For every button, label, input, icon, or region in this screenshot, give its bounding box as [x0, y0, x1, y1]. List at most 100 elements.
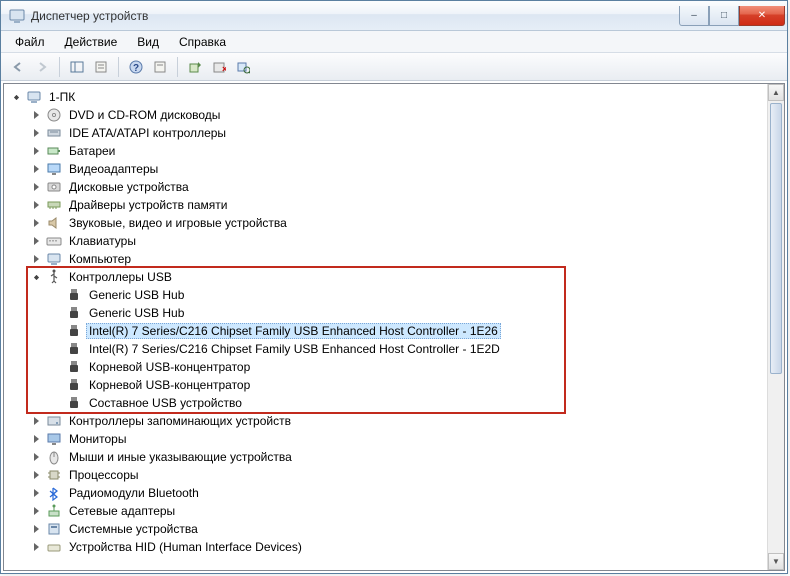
- svg-text:?: ?: [133, 63, 139, 74]
- node-label: Процессоры: [66, 467, 142, 483]
- node-label: Радиомодули Bluetooth: [66, 485, 202, 501]
- properties-button[interactable]: [90, 56, 112, 78]
- tree-category-usb[interactable]: Контроллеры USB: [28, 268, 767, 286]
- tree-category-node[interactable]: Процессоры: [28, 466, 767, 484]
- maximize-button[interactable]: □: [709, 6, 739, 26]
- tree-device-node[interactable]: Intel(R) 7 Series/C216 Chipset Family US…: [48, 340, 767, 358]
- uninstall-device-button[interactable]: ×: [208, 56, 230, 78]
- tree-device-node[interactable]: Generic USB Hub: [48, 286, 767, 304]
- tree-category-node[interactable]: Системные устройства: [28, 520, 767, 538]
- node-label: Сетевые адаптеры: [66, 503, 178, 519]
- close-button[interactable]: ✕: [739, 6, 785, 26]
- expand-toggle[interactable]: [28, 449, 44, 465]
- tree-category-node[interactable]: Радиомодули Bluetooth: [28, 484, 767, 502]
- help-button[interactable]: ?: [125, 56, 147, 78]
- tree-category-node[interactable]: IDE ATA/ATAPI контроллеры: [28, 124, 767, 142]
- scroll-track[interactable]: [768, 101, 784, 553]
- expand-toggle[interactable]: [28, 125, 44, 141]
- tree-category-node[interactable]: Устройства HID (Human Interface Devices): [28, 538, 767, 556]
- device-tree[interactable]: 1-ПК DVD и CD-ROM дисководы IDE ATA/ATAPI …: [4, 84, 767, 560]
- node-label: Видеоадаптеры: [66, 161, 161, 177]
- back-button[interactable]: [7, 56, 29, 78]
- expand-toggle[interactable]: [28, 539, 44, 555]
- node-label: DVD и CD-ROM дисководы: [66, 107, 223, 123]
- node-label: Корневой USB-концентратор: [86, 377, 253, 393]
- node-label: 1-ПК: [46, 89, 78, 105]
- expand-toggle[interactable]: [28, 413, 44, 429]
- tree-device-node[interactable]: Составное USB устройство: [48, 394, 767, 412]
- node-label: Generic USB Hub: [86, 287, 187, 303]
- tree-root-node[interactable]: 1-ПК: [8, 88, 767, 106]
- node-label: Мониторы: [66, 431, 129, 447]
- tree-category-node[interactable]: Драйверы устройств памяти: [28, 196, 767, 214]
- tree-device-node[interactable]: Корневой USB-концентратор: [48, 376, 767, 394]
- node-label: Контроллеры USB: [66, 269, 175, 285]
- tree-category-node[interactable]: Контроллеры запоминающих устройств: [28, 412, 767, 430]
- expand-toggle[interactable]: [28, 503, 44, 519]
- expand-toggle[interactable]: [28, 485, 44, 501]
- tree-device-node[interactable]: Корневой USB-концентратор: [48, 358, 767, 376]
- app-icon: [9, 8, 25, 24]
- scroll-down-button[interactable]: ▼: [768, 553, 784, 570]
- expand-toggle[interactable]: [28, 251, 44, 267]
- expand-toggle[interactable]: [28, 161, 44, 177]
- tree-category-node[interactable]: Компьютер: [28, 250, 767, 268]
- tree-category-node[interactable]: Клавиатуры: [28, 232, 767, 250]
- menu-action[interactable]: Действие: [55, 32, 128, 52]
- expand-toggle[interactable]: [28, 179, 44, 195]
- node-label: Компьютер: [66, 251, 134, 267]
- expand-toggle[interactable]: [28, 197, 44, 213]
- tree-category-node[interactable]: Звуковые, видео и игровые устройства: [28, 214, 767, 232]
- tree-category-node[interactable]: Сетевые адаптеры: [28, 502, 767, 520]
- expand-toggle[interactable]: [28, 233, 44, 249]
- expand-toggle[interactable]: [28, 107, 44, 123]
- scroll-up-button[interactable]: ▲: [768, 84, 784, 101]
- node-label: Generic USB Hub: [86, 305, 187, 321]
- tree-category-node[interactable]: DVD и CD-ROM дисководы: [28, 106, 767, 124]
- node-label: Составное USB устройство: [86, 395, 245, 411]
- tree-device-node[interactable]: Generic USB Hub: [48, 304, 767, 322]
- vertical-scrollbar[interactable]: ▲ ▼: [767, 84, 784, 570]
- node-label: Устройства HID (Human Interface Devices): [66, 539, 305, 555]
- svg-text:×: ×: [222, 64, 226, 74]
- menu-file[interactable]: Файл: [5, 32, 55, 52]
- tree-category-node[interactable]: Батареи: [28, 142, 767, 160]
- node-label: Контроллеры запоминающих устройств: [66, 413, 294, 429]
- node-label: Intel(R) 7 Series/C216 Chipset Family US…: [86, 341, 503, 357]
- node-label: Батареи: [66, 143, 118, 159]
- menu-help[interactable]: Справка: [169, 32, 236, 52]
- scroll-thumb[interactable]: [770, 103, 782, 374]
- tree-category-node[interactable]: Видеоадаптеры: [28, 160, 767, 178]
- expand-toggle[interactable]: [28, 215, 44, 231]
- device-tree-panel: 1-ПК DVD и CD-ROM дисководы IDE ATA/ATAPI …: [3, 83, 785, 571]
- tree-category-node[interactable]: Мониторы: [28, 430, 767, 448]
- scan-hardware-button[interactable]: [232, 56, 254, 78]
- expand-toggle[interactable]: [28, 143, 44, 159]
- update-driver-button[interactable]: [184, 56, 206, 78]
- expand-toggle[interactable]: [28, 269, 44, 285]
- expand-toggle[interactable]: [28, 467, 44, 483]
- show-hide-console-tree-button[interactable]: [66, 56, 88, 78]
- forward-button[interactable]: [31, 56, 53, 78]
- minimize-button[interactable]: –: [679, 6, 709, 26]
- tree-category-node[interactable]: Мыши и иные указывающие устройства: [28, 448, 767, 466]
- expand-toggle[interactable]: [28, 431, 44, 447]
- node-label: Мыши и иные указывающие устройства: [66, 449, 295, 465]
- window-title: Диспетчер устройств: [31, 9, 679, 23]
- tree-device-node[interactable]: Intel(R) 7 Series/C216 Chipset Family US…: [48, 322, 767, 340]
- titlebar[interactable]: Диспетчер устройств – □ ✕: [1, 1, 787, 31]
- toolbar: ? ×: [1, 53, 787, 81]
- expand-toggle[interactable]: [8, 89, 24, 105]
- content-area: 1-ПК DVD и CD-ROM дисководы IDE ATA/ATAPI …: [1, 81, 787, 573]
- node-label: Клавиатуры: [66, 233, 139, 249]
- device-manager-window: Диспетчер устройств – □ ✕ Файл Действие …: [0, 0, 788, 574]
- node-label: Intel(R) 7 Series/C216 Chipset Family US…: [86, 323, 501, 339]
- tree-category-node[interactable]: Дисковые устройства: [28, 178, 767, 196]
- device-properties-button[interactable]: [149, 56, 171, 78]
- node-label: Драйверы устройств памяти: [66, 197, 230, 213]
- node-label: Звуковые, видео и игровые устройства: [66, 215, 290, 231]
- expand-toggle[interactable]: [28, 521, 44, 537]
- menu-view[interactable]: Вид: [127, 32, 169, 52]
- node-label: Дисковые устройства: [66, 179, 192, 195]
- node-label: IDE ATA/ATAPI контроллеры: [66, 125, 229, 141]
